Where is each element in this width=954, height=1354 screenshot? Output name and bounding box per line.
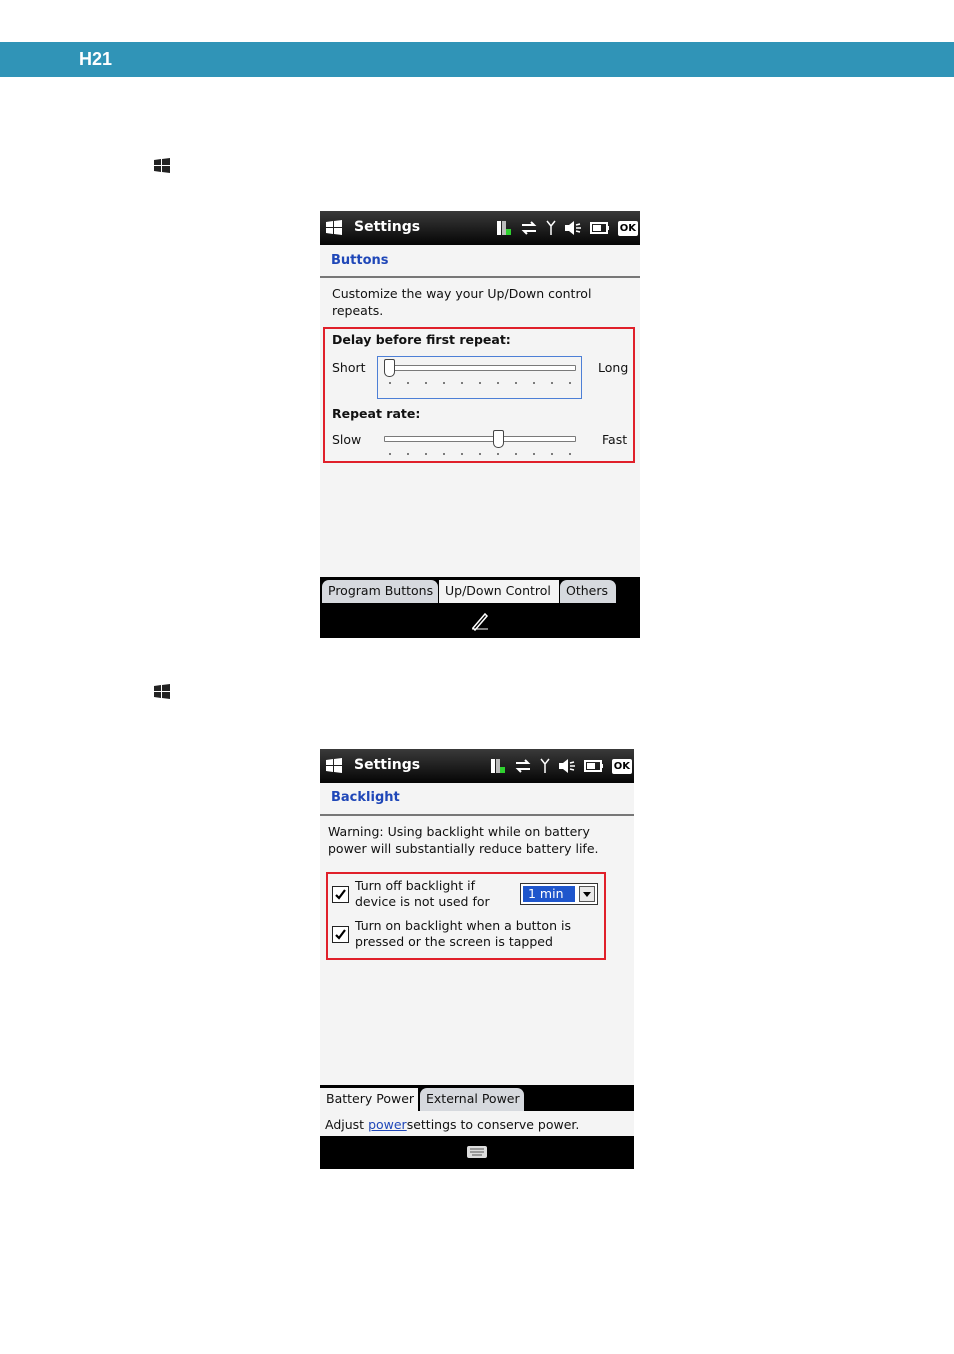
delay-max-label: Long xyxy=(598,360,629,375)
tab-bar: Battery Power External Power xyxy=(320,1085,634,1111)
speaker-muted-icon[interactable] xyxy=(558,758,576,774)
app-title: Settings xyxy=(354,219,421,235)
chevron-down-icon[interactable] xyxy=(579,886,595,902)
delay-slider-track xyxy=(384,365,576,371)
antenna-icon[interactable] xyxy=(540,758,550,774)
backlight-settings-screenshot: Settings OK Backlight Warning: Using bac… xyxy=(320,749,634,1169)
tab-up-down-control[interactable]: Up/Down Control xyxy=(439,580,559,603)
section-title: Buttons xyxy=(331,253,389,268)
tab-bar: Program Buttons Up/Down Control Others xyxy=(320,577,640,603)
start-menu-icon[interactable] xyxy=(324,219,344,237)
header-band: H21 xyxy=(0,42,954,77)
delay-label: Delay before first repeat: xyxy=(332,332,511,347)
section-divider xyxy=(320,276,640,278)
keyboard-icon[interactable] xyxy=(466,1145,488,1159)
backlight-off-label-line1: Turn off backlight if xyxy=(355,878,475,893)
sync-arrows-icon[interactable] xyxy=(520,220,538,236)
app-title: Settings xyxy=(354,757,421,773)
delay-slider[interactable] xyxy=(377,356,582,399)
footer-text: Adjust powersettings to conserve power. xyxy=(325,1117,579,1132)
tab-program-buttons[interactable]: Program Buttons xyxy=(322,580,438,603)
delay-slider-ticks xyxy=(389,382,571,385)
ok-button[interactable]: OK xyxy=(617,220,638,236)
softkey-bar xyxy=(320,1136,634,1169)
buttons-settings-screenshot: Settings OK Buttons Customize the way yo… xyxy=(320,211,640,638)
rate-label: Repeat rate: xyxy=(332,406,421,421)
antenna-icon[interactable] xyxy=(546,220,556,236)
rate-max-label: Fast xyxy=(602,432,628,447)
rate-slider-ticks xyxy=(389,453,571,456)
timeout-value: 1 min xyxy=(523,886,575,902)
tab-battery-power[interactable]: Battery Power xyxy=(320,1088,418,1111)
pen-icon[interactable] xyxy=(470,611,490,631)
header-title: H21 xyxy=(79,49,113,69)
warning-text: Warning: Using backlight while on batter… xyxy=(328,824,599,856)
battery-icon[interactable] xyxy=(589,221,610,235)
start-menu-icon[interactable] xyxy=(324,757,344,775)
softkey-bar xyxy=(320,603,640,638)
backlight-off-checkbox[interactable] xyxy=(332,886,349,903)
windows-flag-icon xyxy=(154,684,170,699)
title-bar: Settings OK xyxy=(320,749,634,783)
tab-external-power[interactable]: External Power xyxy=(420,1088,524,1111)
rate-slider-track xyxy=(384,436,576,442)
battery-charging-icon[interactable] xyxy=(490,757,506,775)
rate-slider-thumb[interactable] xyxy=(492,430,504,448)
section-title: Backlight xyxy=(331,790,400,805)
title-bar: Settings OK xyxy=(320,211,640,245)
backlight-on-checkbox[interactable] xyxy=(332,926,349,943)
sync-arrows-icon[interactable] xyxy=(514,758,532,774)
tab-others[interactable]: Others xyxy=(560,580,616,603)
backlight-on-label-line1: Turn on backlight when a button is xyxy=(355,918,571,933)
section-divider xyxy=(320,814,634,816)
battery-charging-icon[interactable] xyxy=(496,219,512,237)
description-text: Customize the way your Up/Down control r… xyxy=(332,286,592,318)
rate-min-label: Slow xyxy=(332,432,362,447)
power-link[interactable]: power xyxy=(368,1117,407,1132)
battery-icon[interactable] xyxy=(583,759,604,773)
footer-prefix: Adjust xyxy=(325,1117,365,1132)
delay-min-label: Short xyxy=(332,360,366,375)
footer-suffix: settings to conserve power. xyxy=(406,1117,580,1132)
ok-button[interactable]: OK xyxy=(611,758,632,774)
backlight-off-label-line2: device is not used for xyxy=(355,894,490,909)
delay-slider-thumb[interactable] xyxy=(384,359,395,377)
backlight-on-label-line2: pressed or the screen is tapped xyxy=(355,934,553,949)
windows-flag-icon xyxy=(154,158,170,173)
timeout-dropdown[interactable]: 1 min xyxy=(520,883,598,905)
speaker-muted-icon[interactable] xyxy=(564,220,582,236)
rate-slider[interactable] xyxy=(378,429,583,459)
